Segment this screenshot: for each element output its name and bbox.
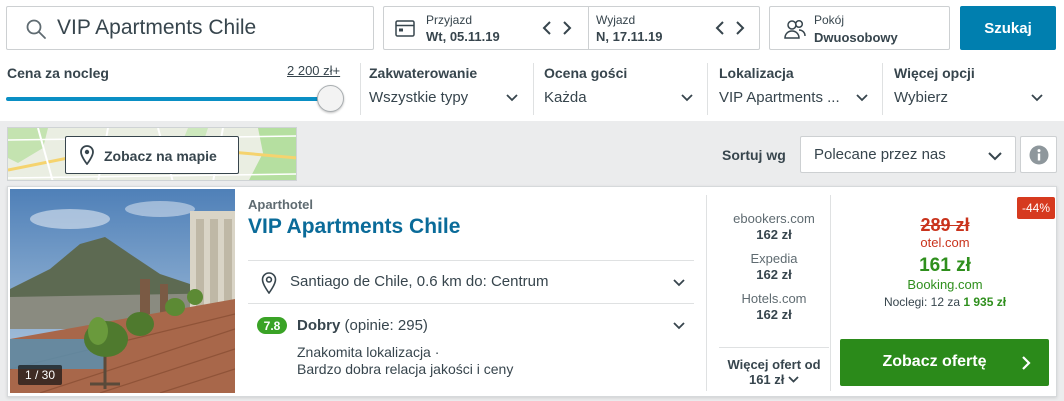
price-max-value[interactable]: 2 200 zł+ — [287, 63, 340, 78]
chevron-down-icon — [1031, 94, 1043, 102]
hotel-result-card: 1 / 30 Aparthotel VIP Apartments Chile S… — [7, 186, 1057, 397]
calendar-icon — [395, 20, 415, 37]
hotel-photo[interactable]: 1 / 30 — [10, 189, 235, 393]
filter-divider — [882, 63, 883, 115]
chevron-down-icon — [856, 94, 868, 102]
rating-score-badge: 7.8 — [257, 317, 287, 334]
search-query[interactable]: VIP Apartments Chile — [57, 16, 256, 40]
show-on-map-label: Zobacz na mapie — [104, 148, 217, 164]
rating-summary: Dobry (opinie: 295) — [297, 317, 428, 334]
guests-icon — [784, 19, 806, 39]
hotel-photo-image — [10, 189, 235, 393]
row-divider — [719, 347, 829, 348]
info-icon — [1029, 145, 1049, 165]
row-divider — [248, 303, 694, 304]
deal-site: Hotels.com — [741, 291, 807, 306]
checkin-prev-icon[interactable] — [539, 19, 555, 37]
best-price: 161 zł — [919, 255, 971, 276]
column-divider — [830, 195, 831, 391]
location-pin-icon — [261, 272, 277, 294]
search-button[interactable]: Szukaj — [960, 6, 1056, 50]
deal-site: Expedia — [750, 251, 798, 266]
hotel-name-link[interactable]: VIP Apartments Chile — [248, 215, 460, 239]
rating-filter-label: Ocena gości — [544, 65, 628, 81]
room-label: Pokój — [814, 13, 845, 27]
accommodation-filter-label: Zakwaterowanie — [369, 65, 478, 81]
filter-bar: Cena za nocleg 2 200 zł+ Zakwaterowanie … — [0, 57, 1064, 121]
more-offers-label: Więcej ofert od — [727, 357, 821, 372]
old-price: 289 zł — [920, 215, 970, 235]
checkout-value[interactable]: N, 17.11.19 — [596, 29, 663, 44]
rating-word: Dobry — [297, 317, 341, 334]
hotel-location: Santiago de Chile, 0.6 km do: Centrum — [290, 273, 549, 290]
chevron-down-icon — [506, 94, 518, 102]
stay-total: Noclegi: 12 za 1 935 zł — [840, 295, 1050, 309]
deal-item[interactable]: Expedia 162 zł — [719, 251, 829, 282]
location-filter-value: VIP Apartments ... — [719, 89, 840, 106]
deal-item[interactable]: Hotels.com 162 zł — [719, 291, 829, 322]
chevron-down-icon — [681, 94, 693, 102]
price-slider-thumb[interactable] — [317, 85, 344, 112]
room-selector[interactable]: Pokój Dwuosobowy — [769, 6, 950, 50]
filter-divider — [707, 63, 708, 115]
chevron-down-icon[interactable] — [672, 276, 686, 290]
nights-prefix: Noclegi: 12 za — [883, 295, 960, 309]
sort-value: Polecane przez nas — [814, 146, 946, 163]
price-filter-label: Cena za nocleg — [7, 65, 109, 81]
row-divider — [248, 260, 694, 261]
deal-price: 162 zł — [756, 267, 792, 282]
deal-price: 162 zł — [756, 227, 792, 242]
chevron-right-icon — [1022, 356, 1031, 370]
old-price-site: otel.com — [920, 235, 970, 250]
checkin-label: Przyjazd — [426, 13, 473, 27]
location-filter-label: Lokalizacja — [719, 65, 794, 81]
checkin-value[interactable]: Wt, 05.11.19 — [426, 29, 500, 44]
more-options-label: Więcej opcji — [894, 65, 975, 81]
room-value: Dwuosobowy — [814, 30, 898, 45]
nights-total: 1 935 zł — [963, 295, 1007, 309]
search-input[interactable]: VIP Apartments Chile — [6, 6, 374, 50]
column-divider — [706, 195, 707, 391]
best-price-site: Booking.com — [907, 277, 983, 292]
rating-reviews: (opinie: 295) — [344, 317, 428, 334]
sort-label: Sortuj wg — [722, 147, 786, 163]
accommodation-filter-value: Wszystkie typy — [369, 89, 469, 106]
location-filter[interactable]: Lokalizacja VIP Apartments ... — [719, 57, 871, 121]
deal-item[interactable]: ebookers.com 162 zł — [719, 211, 829, 242]
review-snippet: Bardzo dobra relacja jakości i ceny — [297, 361, 514, 377]
chevron-down-icon — [988, 152, 1002, 161]
chevron-down-icon — [788, 376, 799, 383]
accommodation-filter[interactable]: Zakwaterowanie Wszystkie typy — [369, 57, 521, 121]
hotel-type: Aparthotel — [248, 197, 313, 212]
rating-filter-value: Każda — [544, 89, 587, 106]
photo-counter: 1 / 30 — [18, 365, 63, 385]
sort-select[interactable]: Polecane przez nas — [800, 136, 1016, 173]
more-offers-button[interactable]: Więcej ofert od 161 zł — [719, 357, 829, 387]
sort-info-button[interactable] — [1020, 136, 1057, 173]
checkout-next-icon[interactable] — [732, 19, 748, 37]
search-icon — [26, 19, 46, 39]
checkin-next-icon[interactable] — [559, 19, 575, 37]
map-pin-icon — [80, 145, 94, 165]
search-bar: VIP Apartments Chile Przyjazd Wt, 05.11.… — [0, 0, 1064, 57]
filter-divider — [533, 63, 534, 115]
view-deal-label: Zobacz ofertę — [882, 353, 987, 370]
view-deal-button[interactable]: Zobacz ofertę — [840, 339, 1049, 386]
chevron-down-icon[interactable] — [672, 319, 686, 333]
date-divider — [588, 7, 589, 49]
deal-site: ebookers.com — [733, 211, 815, 226]
review-snippet: Znakomita lokalizacja · — [297, 344, 440, 360]
show-on-map-button[interactable]: Zobacz na mapie — [65, 136, 239, 174]
more-options-value: Wybierz — [894, 89, 949, 106]
rating-filter[interactable]: Ocena gości Każda — [544, 57, 696, 121]
checkout-prev-icon[interactable] — [712, 19, 728, 37]
price-slider-track[interactable] — [6, 97, 330, 101]
filter-divider — [360, 63, 361, 115]
deal-price: 162 zł — [756, 307, 792, 322]
more-options-filter[interactable]: Więcej opcji Wybierz — [894, 57, 1046, 121]
date-picker[interactable]: Przyjazd Wt, 05.11.19 Wyjazd N, 17.11.19 — [383, 6, 760, 50]
more-offers-price: 161 zł — [748, 372, 785, 387]
checkout-label: Wyjazd — [596, 13, 636, 27]
